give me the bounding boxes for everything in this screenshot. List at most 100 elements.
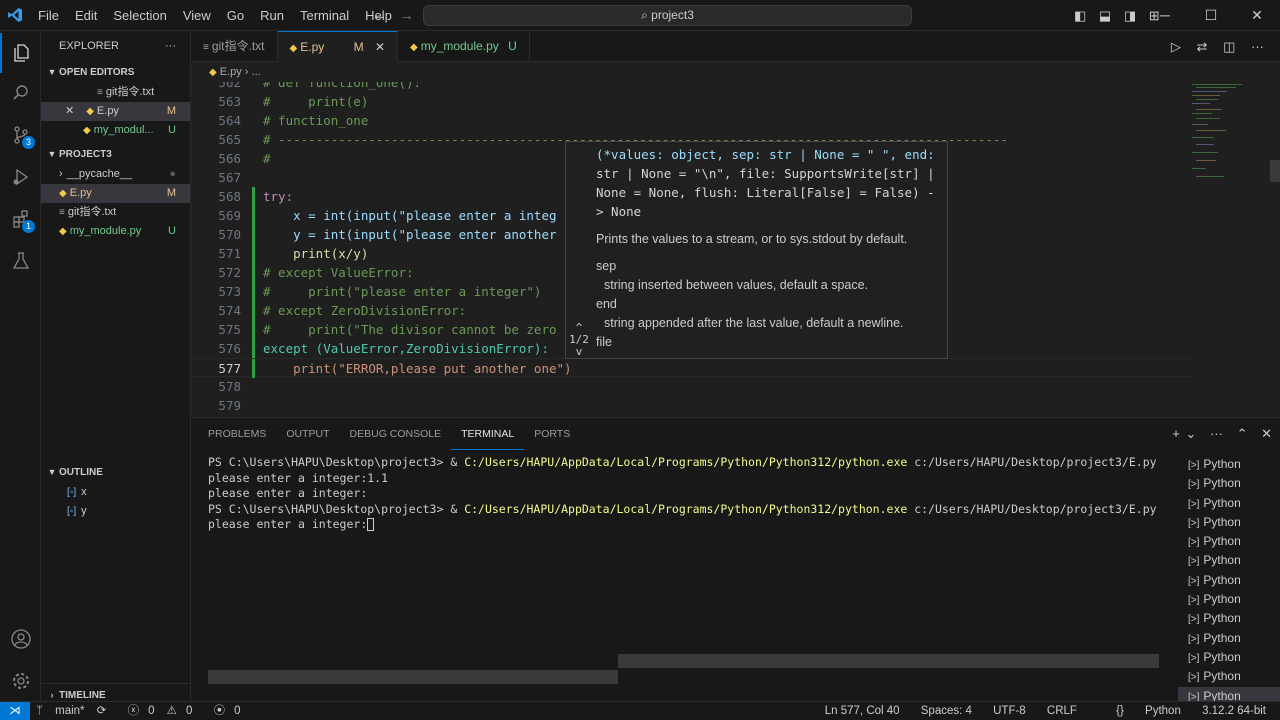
- ports-indicator[interactable]: ⦿ 0: [214, 705, 250, 717]
- menu-go[interactable]: Go: [219, 0, 252, 31]
- testing-icon[interactable]: [0, 241, 41, 281]
- terminal-output[interactable]: PS C:\Users\HAPU\Desktop\project3> & C:/…: [208, 455, 1168, 533]
- terminal-line: please enter a integer:1.1: [208, 470, 389, 485]
- breadcrumb-file[interactable]: E.py: [220, 66, 242, 78]
- more-actions-icon[interactable]: ···: [1210, 426, 1223, 441]
- toggle-primary-sidebar-icon[interactable]: ◧: [1074, 8, 1086, 23]
- menu-view[interactable]: View: [175, 0, 219, 31]
- toggle-panel-icon[interactable]: ⬓: [1099, 8, 1111, 23]
- language-mode[interactable]: {} Python: [1098, 705, 1181, 717]
- end-of-line[interactable]: CRLF: [1047, 705, 1077, 717]
- split-editor-icon[interactable]: ◫: [1223, 39, 1235, 54]
- terminal-horizontal-scrollbar[interactable]: [208, 670, 618, 684]
- breadcrumb-symbol[interactable]: ...: [252, 66, 261, 78]
- extensions-icon[interactable]: 1: [0, 199, 41, 239]
- terminal-instance[interactable]: [>] Python: [1178, 532, 1280, 551]
- close-editor-icon[interactable]: ✕: [65, 105, 74, 117]
- vscode-logo-icon: [0, 0, 30, 31]
- file-item[interactable]: ◆ E.py M: [41, 184, 190, 203]
- line-text: # def function_one():: [263, 82, 422, 90]
- terminal-instance[interactable]: [>] Python: [1178, 590, 1280, 609]
- forward-arrow-icon[interactable]: →: [399, 7, 414, 24]
- tab-git-txt[interactable]: ≡ git指令.txt: [191, 31, 278, 62]
- terminal-instance[interactable]: [>] Python: [1178, 551, 1280, 570]
- tab-problems[interactable]: PROBLEMS: [198, 418, 276, 450]
- outline-item[interactable]: [◦] y: [41, 502, 190, 521]
- minimap[interactable]: [1188, 82, 1268, 417]
- editor-vertical-scrollbar[interactable]: [1270, 160, 1280, 182]
- open-editor-label: my_modul...: [93, 124, 154, 136]
- timeline-header[interactable]: › TIMELINE: [41, 683, 190, 701]
- menu-file[interactable]: File: [30, 0, 67, 31]
- terminal-instance[interactable]: [>] Python: [1178, 494, 1280, 513]
- open-changes-icon[interactable]: ⇄: [1197, 39, 1208, 54]
- tab-terminal[interactable]: TERMINAL: [451, 418, 525, 450]
- outline-item[interactable]: [◦] x: [41, 483, 190, 502]
- menu-terminal[interactable]: Terminal: [292, 0, 357, 31]
- git-added-marker: [252, 263, 255, 282]
- accounts-icon[interactable]: [0, 619, 41, 659]
- close-tab-icon[interactable]: ✕: [375, 40, 385, 54]
- command-center-search[interactable]: ⌕ project3: [423, 5, 912, 26]
- tab-ports[interactable]: PORTS: [524, 418, 580, 450]
- warning-icon: ⚠: [166, 705, 177, 717]
- language-label: Python: [1145, 705, 1181, 717]
- sync-icon[interactable]: ⟳: [97, 705, 107, 717]
- terminal-instance[interactable]: [>] Python: [1178, 571, 1280, 590]
- terminal-instance[interactable]: [>] Python: [1178, 474, 1280, 493]
- maximize-icon[interactable]: ☐: [1188, 0, 1234, 31]
- file-item[interactable]: ◆ my_module.py U: [41, 222, 190, 241]
- terminal-instance[interactable]: [>] Python: [1178, 455, 1280, 474]
- new-terminal-icon[interactable]: +: [1172, 426, 1180, 441]
- terminal-horizontal-scrollbar[interactable]: [618, 654, 1159, 668]
- explorer-icon[interactable]: [0, 33, 41, 73]
- project-section[interactable]: ▼ PROJECT3: [41, 143, 190, 165]
- indentation[interactable]: Spaces: 4: [921, 705, 972, 717]
- terminal-instance[interactable]: [>] Python: [1178, 629, 1280, 648]
- terminal-instance[interactable]: [>] Python: [1178, 648, 1280, 667]
- more-actions-icon[interactable]: ···: [165, 31, 176, 61]
- open-editors-section[interactable]: ▼ OPEN EDITORS: [41, 61, 190, 83]
- run-debug-icon[interactable]: [0, 157, 41, 197]
- git-branch[interactable]: ᛘ main* ⟳: [36, 705, 115, 717]
- tab-e-py[interactable]: ◆ E.py M ✕: [277, 31, 398, 62]
- close-panel-icon[interactable]: ✕: [1261, 426, 1272, 441]
- signature-help-popup[interactable]: (*values: object, sep: str | None = " ",…: [565, 141, 948, 359]
- close-window-icon[interactable]: ✕: [1234, 0, 1280, 31]
- remote-indicator-icon[interactable]: ⋊: [0, 702, 30, 720]
- problems-indicator[interactable]: ⓧ 0 ⚠ 0: [128, 705, 202, 717]
- open-editor-item[interactable]: ◆ my_modul... U: [41, 121, 190, 140]
- cursor-position[interactable]: Ln 577, Col 40: [825, 705, 900, 717]
- terminal-instance[interactable]: [>] Python: [1178, 667, 1280, 686]
- terminal-instance[interactable]: [>] Python: [1178, 513, 1280, 532]
- source-control-icon[interactable]: 3: [0, 115, 41, 155]
- back-arrow-icon[interactable]: ←: [372, 7, 387, 24]
- terminal-instance[interactable]: [>] Python: [1178, 609, 1280, 628]
- run-python-file-icon[interactable]: ▷: [1171, 39, 1181, 54]
- menu-run[interactable]: Run: [252, 0, 292, 31]
- menu-selection[interactable]: Selection: [105, 0, 174, 31]
- tab-output[interactable]: OUTPUT: [276, 418, 339, 450]
- manage-gear-icon[interactable]: [0, 661, 41, 701]
- outline-header[interactable]: ▼ OUTLINE: [41, 461, 190, 483]
- search-icon[interactable]: [0, 73, 41, 113]
- encoding[interactable]: UTF-8: [993, 705, 1026, 717]
- terminal-arg: c:/Users/HAPU/Desktop/project3/E.py: [907, 501, 1157, 516]
- chevron-down-icon[interactable]: v: [566, 346, 592, 358]
- python-file-icon: ◆: [59, 188, 67, 199]
- timeline-section[interactable]: › TIMELINE: [41, 683, 190, 701]
- toggle-secondary-sidebar-icon[interactable]: ◨: [1124, 8, 1136, 23]
- maximize-panel-icon[interactable]: ⌃: [1237, 426, 1248, 441]
- folder-item[interactable]: › __pycache__ ●: [41, 165, 190, 184]
- minimize-icon[interactable]: ─: [1142, 0, 1188, 31]
- tab-debug-console[interactable]: DEBUG CONSOLE: [340, 418, 452, 450]
- tab-my-module[interactable]: ◆ my_module.py U: [398, 31, 530, 62]
- open-editor-item[interactable]: ✕ ◆ E.py M: [41, 102, 190, 121]
- more-actions-icon[interactable]: ···: [1251, 39, 1264, 54]
- chevron-down-icon[interactable]: ⌄: [1185, 426, 1196, 441]
- menu-edit[interactable]: Edit: [67, 0, 105, 31]
- git-added-marker: [252, 301, 255, 320]
- python-interpreter[interactable]: 3.12.2 64-bit: [1202, 705, 1266, 717]
- file-item[interactable]: ≡ git指令.txt: [41, 203, 190, 222]
- open-editor-item[interactable]: ≡ git指令.txt: [41, 83, 190, 102]
